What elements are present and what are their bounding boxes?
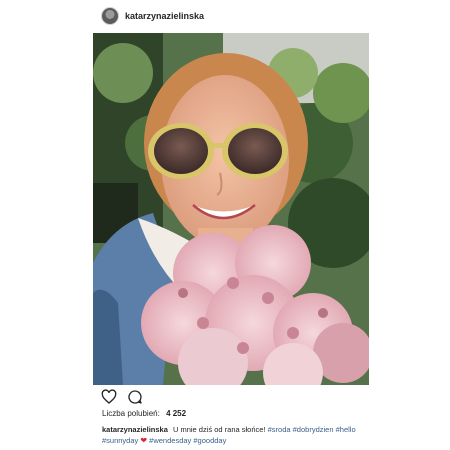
post-image	[93, 33, 369, 385]
avatar[interactable]	[101, 7, 119, 25]
hashtag[interactable]: #goodday	[193, 436, 226, 445]
post-username[interactable]: katarzynazielinska	[125, 11, 204, 21]
heart-outline-icon[interactable]	[101, 389, 117, 405]
likes-count[interactable]: 4 252	[166, 409, 186, 418]
hashtag[interactable]: #dobrydzien	[293, 425, 334, 434]
heart-emoji-icon: ❤	[140, 435, 148, 445]
post-photo[interactable]	[93, 33, 369, 385]
caption-username[interactable]: katarzynazielinska	[102, 425, 168, 434]
post-caption: katarzynazielinska U mnie dziś od rana s…	[102, 425, 374, 446]
likes-label: Liczba polubień:	[102, 409, 160, 418]
hashtag[interactable]: #hello	[336, 425, 356, 434]
hashtag[interactable]: #sunnyday	[102, 436, 138, 445]
comment-bubble-icon[interactable]	[127, 389, 143, 405]
hashtag[interactable]: #wendesday	[149, 436, 191, 445]
hashtag[interactable]: #sroda	[268, 425, 291, 434]
likes-row: Liczba polubień: 4 252	[102, 409, 186, 418]
instagram-post: katarzynazielinska Liczba polubień: 4 25…	[0, 0, 450, 450]
caption-text: U mnie dziś od rana słońce!	[172, 425, 266, 434]
post-header: katarzynazielinska	[101, 6, 204, 26]
post-actions	[101, 389, 143, 405]
